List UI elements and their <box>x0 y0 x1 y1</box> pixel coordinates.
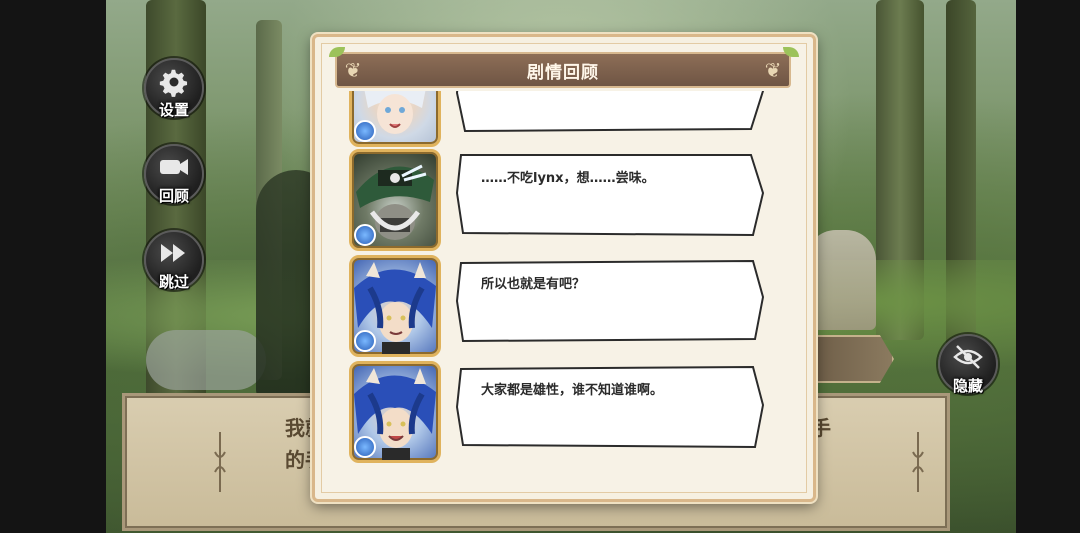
water-element-icon <box>354 120 376 142</box>
right-ornament <box>911 432 925 492</box>
character-portrait[interactable] <box>349 149 441 251</box>
left-letterbox <box>0 0 106 533</box>
review-button[interactable]: 回顾 <box>144 144 204 205</box>
review-label: 回顾 <box>158 187 190 205</box>
dialogue-text: 大家都是雄性，谁不知道谁啊。 <box>481 383 664 398</box>
water-element-icon <box>354 330 376 352</box>
water-element-icon <box>354 436 376 458</box>
panel-title: 剧情回顾 <box>527 62 599 83</box>
eye-off-icon <box>953 345 983 369</box>
dialogue-text: ……不吃lynx，想……尝味。 <box>481 171 655 186</box>
settings-button[interactable]: 设置 <box>144 58 204 119</box>
story-review-panel[interactable]: ❦ 剧情回顾 ❦ ……不吃lynx，想……尝味。 所以也就是有吧？ 大家都是雄性… <box>312 34 816 502</box>
title-ornament-left-icon: ❦ <box>344 58 362 82</box>
speech-bubble: 大家都是雄性，谁不知道谁啊。 <box>455 365 767 449</box>
character-portrait[interactable] <box>349 361 441 463</box>
log-entry: ……不吃lynx，想……尝味。 <box>315 145 813 251</box>
skip-button[interactable]: 跳过 <box>144 230 204 291</box>
log-entry: 大家都是雄性，谁不知道谁啊。 <box>315 357 813 463</box>
right-letterbox <box>1016 0 1080 533</box>
gear-icon <box>159 69 188 97</box>
hide-label: 隐藏 <box>952 377 984 395</box>
log-entry <box>315 91 813 147</box>
left-ornament <box>213 432 227 492</box>
title-ornament-right-icon: ❦ <box>764 58 782 82</box>
camera-icon <box>160 159 188 175</box>
character-portrait[interactable] <box>349 255 441 357</box>
character-portrait[interactable] <box>349 91 441 147</box>
speech-bubble <box>455 91 767 133</box>
water-element-icon <box>354 224 376 246</box>
panel-title-bar: ❦ 剧情回顾 ❦ <box>335 52 791 88</box>
log-entry: 所以也就是有吧？ <box>315 251 813 357</box>
story-log-list[interactable]: ……不吃lynx，想……尝味。 所以也就是有吧？ 大家都是雄性，谁不知道谁啊。 <box>315 91 813 493</box>
skip-label: 跳过 <box>158 273 190 291</box>
speech-bubble: ……不吃lynx，想……尝味。 <box>455 153 767 237</box>
hide-button[interactable]: 隐藏 <box>938 334 998 395</box>
fast-forward-icon <box>161 244 185 262</box>
settings-label: 设置 <box>158 101 190 119</box>
speech-bubble: 所以也就是有吧？ <box>455 259 767 343</box>
dialogue-text: 所以也就是有吧？ <box>481 277 586 292</box>
